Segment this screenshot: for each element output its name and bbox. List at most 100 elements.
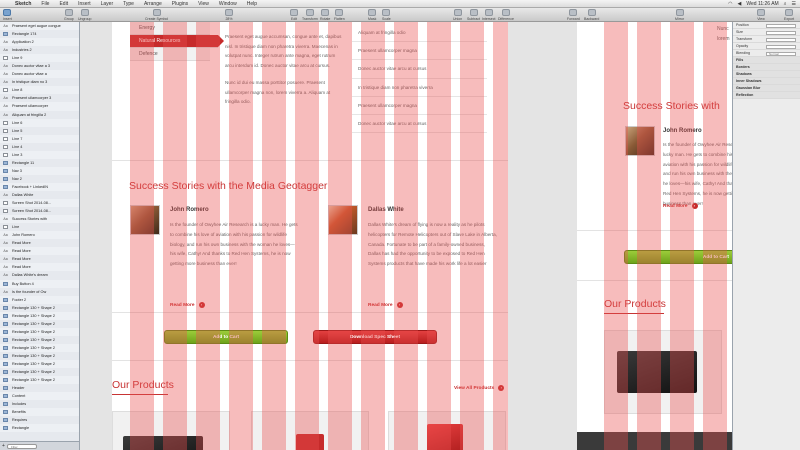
layer-row[interactable]: Screen Shot 2014-08... — [0, 207, 79, 215]
layer-row[interactable]: Rectangle 174 — [0, 30, 79, 38]
layer-row[interactable]: Line 8 — [0, 86, 79, 95]
layer-row[interactable]: Rectangle 11 — [0, 159, 79, 167]
product-card[interactable] — [388, 411, 506, 450]
search-icon[interactable]: ⌕ — [784, 1, 787, 7]
layer-row[interactable]: Aa Praesent ullamcorper 3 — [0, 94, 79, 102]
menu-layer[interactable]: Layer — [96, 1, 119, 7]
layer-row[interactable]: Aa Is the founder of Ow — [0, 288, 79, 296]
product-card[interactable] — [251, 411, 369, 450]
mobile-read-more-link[interactable]: Read More › — [663, 203, 698, 209]
read-more-link[interactable]: Read More › — [170, 302, 205, 308]
view-tool[interactable]: View — [757, 9, 765, 21]
rotate-tool[interactable]: Rotate — [320, 9, 330, 21]
layer-row[interactable]: Line 3 — [0, 150, 79, 159]
blending-select[interactable]: Normal — [766, 51, 796, 56]
layer-filter-input[interactable]: Filter — [7, 444, 37, 449]
layer-row[interactable]: Screen Shot 2014-08... — [0, 199, 79, 208]
subtract-tool[interactable]: Subtract — [467, 9, 480, 21]
layer-row[interactable]: Aa Donec auctor vitae a — [0, 70, 79, 79]
forward-tool[interactable]: Forward — [567, 9, 580, 21]
menu-edit[interactable]: Edit — [54, 1, 73, 7]
menu-plugins[interactable]: Plugins — [167, 1, 193, 7]
menu-type[interactable]: Type — [118, 1, 139, 7]
layer-row[interactable]: Rectangle 130 + Shape 2 — [0, 368, 79, 376]
layer-row[interactable]: Aa Dallas White — [0, 191, 79, 199]
download-spec-button[interactable]: Download Spec Sheet — [313, 330, 437, 344]
inspector-gaussian-blur[interactable]: Gaussian Blur — [733, 85, 800, 92]
inspector-fills[interactable]: Fills — [733, 57, 800, 64]
layer-row[interactable]: Nav 3 — [0, 166, 79, 175]
inspector-opacity[interactable]: Opacity — [733, 43, 800, 50]
volume-icon[interactable]: ◀ — [738, 1, 742, 7]
nav-item-defence[interactable]: Defence — [130, 48, 210, 61]
menu-view[interactable]: View — [193, 1, 214, 7]
mask-tool[interactable]: Mask — [368, 9, 376, 21]
inspector-transform[interactable]: Transform — [733, 36, 800, 43]
menu-window[interactable]: Window — [214, 1, 242, 7]
layer-row[interactable]: Requires — [0, 416, 79, 424]
layer-row[interactable]: Rectangle 130 + Shape 2 — [0, 343, 79, 352]
add-page-icon[interactable]: + — [2, 443, 5, 449]
mobile-product-card[interactable] — [604, 330, 722, 414]
layer-row[interactable]: Line 9 — [0, 54, 79, 63]
layer-row[interactable]: Aa Read More — [0, 255, 79, 263]
layer-row[interactable]: Aa John Romero — [0, 231, 79, 240]
list-icon[interactable]: ☰ — [792, 1, 796, 7]
union-tool[interactable]: Union — [453, 9, 462, 21]
layer-row[interactable]: Line 5 — [0, 127, 79, 135]
read-more-link[interactable]: Read More › — [368, 302, 403, 308]
flatten-tool[interactable]: Flatten — [334, 9, 345, 21]
layer-row[interactable]: Includes — [0, 400, 79, 408]
layer-row[interactable]: Facebook + LinkedIN — [0, 182, 79, 191]
layer-row[interactable]: Aa Success Stories with — [0, 215, 79, 224]
layer-row[interactable]: Content — [0, 392, 79, 401]
layer-row[interactable]: Aa Read More — [0, 263, 79, 272]
inspector-shadows[interactable]: Shadows — [733, 71, 800, 78]
layer-row[interactable]: Header — [0, 384, 79, 392]
layer-row[interactable]: Footer 2 — [0, 295, 79, 304]
layer-row[interactable]: Aa Read More — [0, 239, 79, 247]
menu-file[interactable]: File — [36, 1, 54, 7]
intersect-tool[interactable]: Intersect — [482, 9, 495, 21]
nav-item-energy[interactable]: Energy — [130, 22, 210, 35]
layer-row[interactable]: Buy Button 4 — [0, 279, 79, 288]
layer-row[interactable]: Aa Aliquam at fringilla 2 — [0, 111, 79, 119]
desktop-artboard[interactable]: Energy Natural Resources Defence Praesen… — [112, 22, 508, 450]
layer-row[interactable]: Rectangle 130 + Shape 2 — [0, 320, 79, 328]
canvas[interactable]: Energy Natural Resources Defence Praesen… — [80, 22, 732, 450]
export-tool[interactable]: Export — [784, 9, 794, 21]
layer-row[interactable]: Aa Industries 2 — [0, 46, 79, 54]
scale-tool[interactable]: Scale — [382, 9, 391, 21]
menu-app[interactable]: Sketch — [10, 1, 36, 7]
layer-row[interactable]: Aa Application 2 — [0, 38, 79, 47]
layer-row[interactable]: Aa Read More — [0, 247, 79, 256]
layer-row[interactable]: Rectangle — [0, 424, 79, 433]
layer-row[interactable]: Benefits — [0, 408, 79, 417]
menu-insert[interactable]: Insert — [73, 1, 96, 7]
menu-arrange[interactable]: Arrange — [139, 1, 167, 7]
layer-row[interactable]: Aa Dallas White's dream — [0, 271, 79, 279]
layer-row[interactable]: Aa In tristique diam no 3 — [0, 78, 79, 86]
position-field[interactable] — [766, 23, 796, 28]
nav-item-natural-resources[interactable]: Natural Resources — [130, 35, 224, 48]
layer-row[interactable]: Line 4 — [0, 143, 79, 151]
view-all-products-link[interactable]: View All Products › — [454, 385, 505, 391]
mobile-add-to-cart-button[interactable]: Add to Cart — [624, 250, 732, 264]
add-to-cart-button[interactable]: Add to Cart — [164, 330, 288, 344]
mobile-artboard[interactable]: Nunc lorem Success Stories with John Rom… — [577, 22, 732, 450]
layer-row[interactable]: Rectangle 130 + Shape 2 — [0, 336, 79, 344]
clock[interactable]: Wed 11:26 AM — [746, 1, 778, 7]
layer-row[interactable]: Aa Donec auctor vitae a 3 — [0, 62, 79, 70]
edit-tool[interactable]: Edit — [290, 9, 298, 21]
opacity-slider[interactable] — [766, 44, 796, 49]
product-card[interactable] — [112, 411, 230, 450]
layer-row[interactable]: Aa Praesent eget augue congue — [0, 22, 79, 31]
inspector-size[interactable]: Size — [733, 29, 800, 36]
layer-row[interactable]: Rectangle 130 + Shape 2 — [0, 327, 79, 336]
menu-help[interactable]: Help — [242, 1, 262, 7]
layer-row[interactable]: Line 6 — [0, 118, 79, 127]
layer-row[interactable]: Rectangle 130 + Shape 2 — [0, 352, 79, 360]
transform-tool[interactable]: Transform — [302, 9, 318, 21]
layer-row[interactable]: Aa Praesent ullamcorper — [0, 102, 79, 111]
inspector-inner-shadows[interactable]: Inner Shadows — [733, 78, 800, 85]
